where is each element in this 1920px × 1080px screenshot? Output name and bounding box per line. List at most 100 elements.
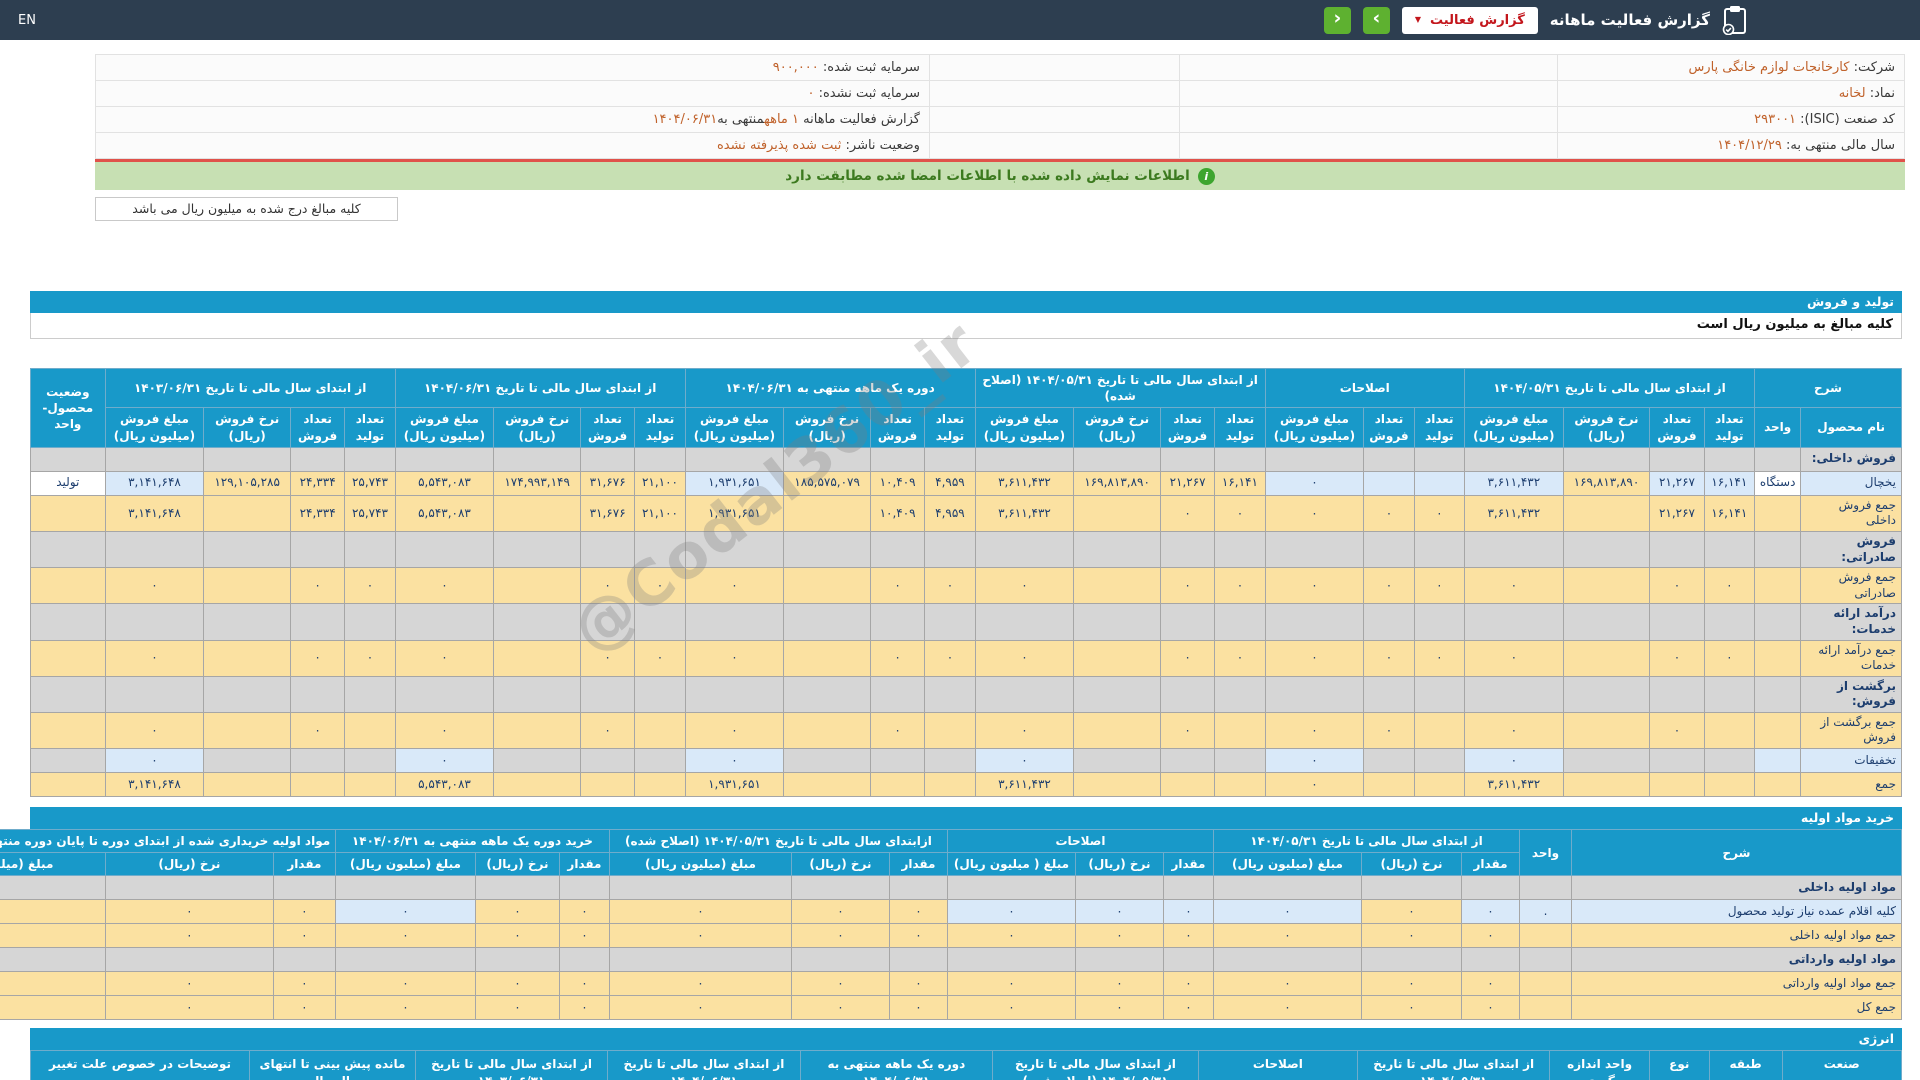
report-type-dropdown[interactable]: گزارش فعالیت ▼ — [1402, 7, 1538, 34]
table-cell: ۰ — [395, 712, 494, 748]
table-cell: ۱۷۴,۹۹۳,۱۴۹ — [494, 471, 581, 495]
table-cell — [494, 495, 581, 531]
next-report-button[interactable]: › — [1363, 7, 1390, 34]
table-row: جمع کل۰۰۰۰۰۰۰۰۰۰۰۰۰۰۰۰۰۰ — [0, 996, 1902, 1020]
table-cell — [31, 604, 106, 640]
company-info-cell: سرمایه ثبت شده: ۹۰۰,۰۰۰ — [96, 55, 930, 81]
table-cell — [204, 712, 291, 748]
table-cell: ۰ — [273, 972, 335, 996]
table-cell: ۰ — [105, 712, 204, 748]
field-value: لخانه — [1839, 86, 1866, 101]
table-cell — [345, 749, 395, 773]
table-cell — [273, 948, 335, 972]
table-row: جمع برگشت از فروش۰۰۰۰۰۰۰۰۰۰۰۰ — [31, 712, 1902, 748]
table-cell — [635, 712, 685, 748]
table-cell: ۰ — [0, 996, 105, 1020]
table-cell — [1074, 495, 1161, 531]
column-header: نرخ فروش (ریال) — [204, 408, 291, 447]
column-header: از ابتدای سال مالی تا تاریخ ۱۴۰۴/۰۵/۳۱ — [1357, 1051, 1549, 1080]
company-info-cell — [1179, 133, 1557, 159]
table-cell: ۰ — [290, 640, 344, 676]
table-cell: ۰ — [559, 900, 609, 924]
table-cell — [1520, 948, 1572, 972]
table-cell: ۲۱,۱۰۰ — [635, 495, 685, 531]
table-cell: ۰ — [1704, 640, 1754, 676]
table-cell — [1074, 749, 1161, 773]
table-cell — [105, 676, 204, 712]
section-header-raw-materials: خرید مواد اولیه — [30, 807, 1902, 829]
row-label: یخچال — [1801, 471, 1902, 495]
table-cell — [345, 773, 395, 797]
table-cell: ۴,۹۵۹ — [925, 495, 975, 531]
table-cell — [204, 568, 291, 604]
table-cell — [635, 531, 685, 567]
table-cell — [635, 773, 685, 797]
table-cell — [947, 876, 1075, 900]
column-header: مبلغ (میلیون ریال) — [335, 853, 475, 876]
column-header: مقدار — [1462, 853, 1520, 876]
table-cell — [1563, 749, 1650, 773]
previous-report-button[interactable]: ‹ — [1324, 7, 1351, 34]
table-cell — [204, 749, 291, 773]
table-cell: ۰ — [1213, 972, 1361, 996]
table-cell: ۰ — [889, 924, 947, 948]
table-cell: ۰ — [559, 924, 609, 948]
table-cell: ۲۱,۲۶۷ — [1650, 495, 1704, 531]
table-cell — [925, 676, 975, 712]
table-cell: ۳,۶۱۱,۴۳۲ — [975, 495, 1074, 531]
table-cell: ۱,۹۳۱,۶۵۱ — [685, 495, 784, 531]
table-cell — [870, 604, 924, 640]
table-cell — [335, 876, 475, 900]
column-header: مانده پیش بینی تا انتهای سال مالی — [250, 1051, 416, 1080]
column-header: اصلاحات — [1198, 1051, 1357, 1080]
table-cell — [1074, 773, 1161, 797]
status-cell — [31, 495, 106, 531]
unit-cell: دستگاه — [1754, 471, 1800, 495]
table-cell — [870, 447, 924, 471]
field-label: منتهی به — [717, 112, 764, 127]
table-cell: ۰ — [609, 996, 791, 1020]
column-header: مبلغ فروش (میلیون ریال) — [975, 408, 1074, 447]
table-cell: ۰ — [1362, 900, 1462, 924]
table-cell: ۰ — [791, 972, 889, 996]
section-row: فروش داخلی: — [31, 447, 1902, 471]
table-cell: ۰ — [475, 900, 559, 924]
field-value: ۹۰۰,۰۰۰ — [773, 60, 819, 75]
table-cell: ۰ — [335, 900, 475, 924]
table-cell — [31, 676, 106, 712]
table-cell — [925, 773, 975, 797]
top-navbar: گزارش فعالیت ماهانه گزارش فعالیت ▼ › ‹ E… — [0, 0, 1920, 40]
column-header: تعداد تولید — [1414, 408, 1464, 447]
energy-section: انرژی صنعتطبقهنوعواحد اندازه گیریاز ابتد… — [30, 1028, 1902, 1080]
table-cell — [1215, 447, 1265, 471]
table-cell — [1074, 712, 1161, 748]
table-cell: ۰ — [1364, 568, 1414, 604]
table-cell: ۰ — [1414, 495, 1464, 531]
table-cell — [580, 604, 634, 640]
status-cell — [31, 749, 106, 773]
section-label: فروش داخلی: — [1801, 447, 1902, 471]
table-cell — [494, 531, 581, 567]
table-cell — [1215, 531, 1265, 567]
table-cell: ۰ — [105, 640, 204, 676]
table-cell — [105, 948, 273, 972]
language-toggle-en[interactable]: EN — [18, 13, 36, 28]
column-header: مقدار — [559, 853, 609, 876]
table-cell: ۱۶۹,۸۱۳,۸۹۰ — [1074, 471, 1161, 495]
table-cell — [1074, 531, 1161, 567]
table-cell — [1704, 712, 1754, 748]
table-cell — [290, 676, 344, 712]
table-cell: ۰ — [975, 640, 1074, 676]
company-info-cell — [1179, 81, 1557, 107]
table-cell — [784, 773, 871, 797]
table-row: جمع درآمد ارائه خدمات۰۰۰۰۰۰۰۰۰۰۰۰۰۰۰۰۰۰ — [31, 640, 1902, 676]
company-info-cell — [929, 81, 1179, 107]
table-cell: ۰ — [1213, 996, 1361, 1020]
column-header: اصلاحات — [947, 830, 1213, 853]
field-value: کارخانجات لوازم خانگی پارس — [1688, 60, 1849, 75]
table-cell: ۳۱,۶۷۶ — [580, 471, 634, 495]
column-header: از ابتدای سال مالی تا تاریخ ۱۴۰۳/۰۶/۳۱ — [415, 1051, 607, 1080]
table-cell: ۰ — [1364, 495, 1414, 531]
table-cell: ۰ — [1075, 972, 1163, 996]
report-type-dropdown-label: گزارش فعالیت — [1430, 13, 1525, 28]
